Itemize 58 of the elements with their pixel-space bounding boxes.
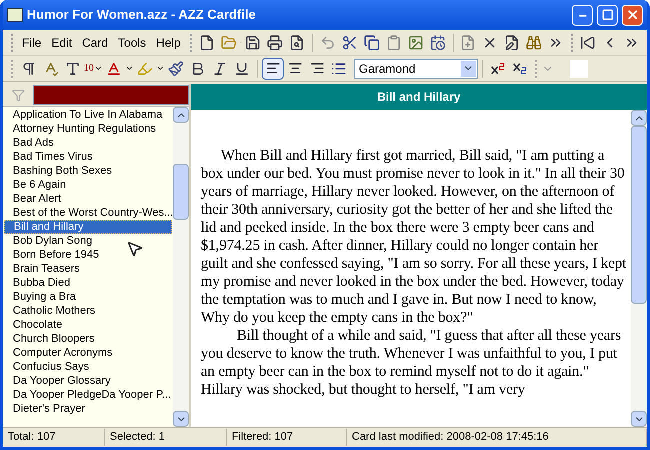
list-item[interactable]: Dieter's Prayer bbox=[3, 402, 173, 416]
list-item[interactable]: Confucius Says bbox=[3, 360, 173, 374]
maximize-button[interactable] bbox=[597, 4, 618, 26]
list-item[interactable]: Brain Teasers bbox=[3, 262, 173, 276]
scrollbar[interactable] bbox=[631, 110, 647, 427]
close-button[interactable] bbox=[622, 4, 643, 26]
list-item[interactable]: Bad Times Virus bbox=[3, 150, 173, 164]
list-item[interactable]: Church Bloopers bbox=[3, 332, 173, 346]
scrollbar[interactable] bbox=[173, 107, 189, 427]
menu-item[interactable]: Tools bbox=[113, 34, 152, 52]
list-item[interactable]: Bashing Both Sexes bbox=[3, 164, 173, 178]
list-item[interactable]: Bear Alert bbox=[3, 192, 173, 206]
list-item[interactable]: Born Before 1945 bbox=[3, 248, 173, 262]
list-item[interactable]: Da Yooper Glossary bbox=[3, 374, 173, 388]
list-item[interactable]: Application To Live In Alabama bbox=[3, 108, 173, 122]
scroll-down-icon[interactable] bbox=[631, 411, 647, 427]
status-text: Card last modified: 2008-02-08 17:45:16 bbox=[347, 429, 647, 446]
list-item[interactable]: Bob Dylan Song bbox=[3, 234, 173, 248]
card-paragraph: Bill thought of a while and said, "I guess that after all these years you deserve to know the truth. Whenever I was unfaithful to you, I put an empty beer can in the box to remind myself not to do it again." Hillary was shocked, but thought to herself, "I am very bbox=[201, 327, 622, 399]
right-align-icon bbox=[310, 61, 324, 76]
minimize-button[interactable] bbox=[572, 4, 593, 26]
list-item[interactable]: Catholic Mothers bbox=[3, 304, 173, 318]
menu-item[interactable]: File bbox=[17, 34, 47, 52]
filter-field[interactable] bbox=[33, 85, 189, 105]
card-title: Bill and Hillary bbox=[377, 89, 461, 106]
list-item[interactable]: Computer Acronyms bbox=[3, 346, 173, 360]
app-icon bbox=[7, 8, 23, 22]
scroll-up-icon[interactable] bbox=[631, 110, 647, 126]
list-item[interactable]: Attorney Hunting Regulations bbox=[3, 122, 173, 136]
window-title: Humor For Women.azz - AZZ Cardfile bbox=[27, 6, 257, 24]
font-size-value[interactable]: 10 bbox=[84, 61, 94, 76]
menu-item[interactable]: Help bbox=[151, 34, 186, 52]
status-text: Total: 107 bbox=[3, 429, 105, 446]
list-item[interactable]: Bill and Hillary bbox=[4, 220, 172, 234]
menu-item[interactable]: Edit bbox=[46, 34, 78, 52]
scroll-down-icon[interactable] bbox=[173, 411, 189, 427]
status-text: Selected: 1 bbox=[105, 429, 227, 446]
color-swatch[interactable] bbox=[570, 60, 588, 78]
status-text: Filtered: 107 bbox=[227, 429, 347, 446]
scroll-up-icon[interactable] bbox=[173, 107, 189, 123]
scroll-thumb[interactable] bbox=[631, 126, 647, 304]
list-item[interactable]: Be 6 Again bbox=[3, 178, 173, 192]
list-item[interactable]: Best of the Worst Country-Wes... bbox=[3, 206, 173, 220]
list-item[interactable]: Chocolate bbox=[3, 318, 173, 332]
list-item[interactable]: Da Yooper PledgeDa Yooper P... bbox=[3, 388, 173, 402]
align-left-button[interactable] bbox=[262, 58, 284, 80]
center-align-icon bbox=[288, 61, 302, 76]
list-item[interactable]: Buying a Bra bbox=[3, 290, 173, 304]
maximize-icon bbox=[602, 9, 614, 21]
list-item[interactable]: Bad Ads bbox=[3, 136, 173, 150]
font-name-dropdown[interactable]: Garamond bbox=[354, 58, 478, 78]
close-icon bbox=[626, 8, 640, 22]
menu-item[interactable]: Card bbox=[77, 34, 114, 52]
list-item[interactable]: Bubba Died bbox=[3, 276, 173, 290]
card-paragraph: When Bill and Hillary first got married, Bill said, "I am putting a box under our bed. You must promise never to look in it." In all their 30 years of marriage, Hillary never looked. However, on the afternoon of their 30th anniversary, curiosity got the better of her and she lifted the lid and peeked inside. In the box there were 3 empty beer cans and $1,974.25 in cash. After dinner, Hillary could no longer contain her guilt and she confessed saying, "I am so sorry. For all these years, I kept my promise and never looked in the box under the bed. However, today the temptation was to much and I gave in. But now I need to know, Why do you keep the empty cans in the box?" bbox=[201, 147, 627, 327]
scroll-thumb[interactable] bbox=[173, 164, 189, 220]
mouse-cursor-icon bbox=[126, 240, 144, 258]
left-align-icon bbox=[266, 61, 280, 76]
